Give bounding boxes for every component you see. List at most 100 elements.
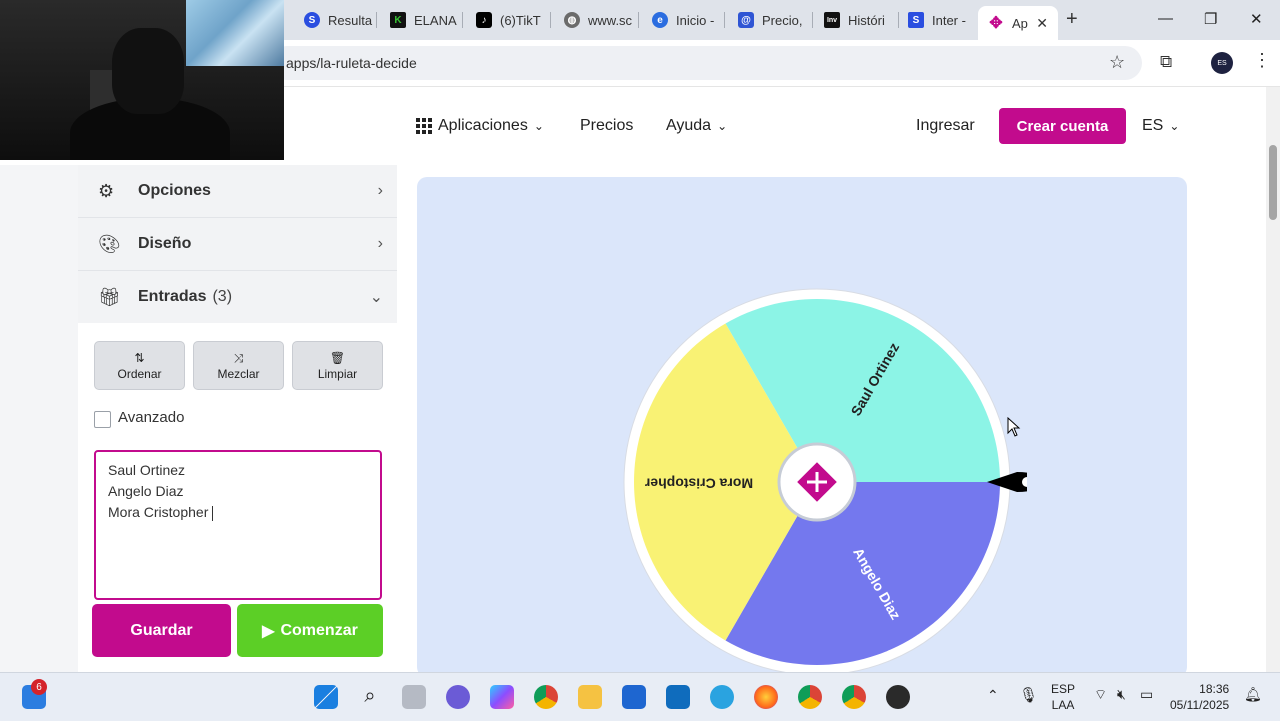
advanced-label: Avanzado (118, 409, 185, 426)
file-explorer-icon[interactable] (578, 685, 602, 709)
menu-dots-icon[interactable]: ⋮ (1253, 50, 1271, 71)
url-text: apps/la-ruleta-decide (286, 55, 417, 71)
entries-textarea[interactable]: Saul Ortinez Angelo Diaz Mora Cristopher (94, 450, 382, 600)
sort-arrows-icon: ⇅ (134, 350, 145, 365)
tray-chevron-icon[interactable]: ⌃ (987, 687, 999, 704)
web-page: Aplicaciones ⌄ Precios Ayuda ⌄ Ingresar … (0, 87, 1266, 672)
accordion-diseno[interactable]: 🎨︎ Diseño › (78, 218, 397, 271)
shuffle-icon: ⤨ (233, 350, 244, 365)
tab-www[interactable]: ◍ www.sc (554, 6, 636, 34)
chevron-down-icon: ⌄ (1169, 119, 1180, 133)
webcam-overlay (0, 0, 284, 160)
tab-resultados[interactable]: S Resulta (294, 6, 374, 34)
close-window-icon[interactable]: ✕ (1250, 10, 1263, 28)
chrome-icon[interactable] (534, 685, 558, 709)
wheel-label-mora: Mora Cristopher (644, 475, 753, 491)
entry-line: Angelo Diaz (108, 483, 184, 499)
language-selector[interactable]: ES ⌄ (1142, 117, 1179, 135)
task-view-icon[interactable] (402, 685, 426, 709)
k-logo-icon: K (390, 12, 406, 28)
outlook-icon[interactable] (666, 685, 690, 709)
chevron-right-icon: › (377, 182, 383, 199)
trash-icon: 🗑︎ (329, 350, 346, 365)
accordion-entradas[interactable]: 🎁︎ Entradas (3) ⌄ (78, 271, 397, 324)
windows-taskbar: 6 ⌕ ⌃ 🎙︎ ESP LAA ⌔ 🔇︎ ▭ 18:36 05/11/2025… (0, 672, 1280, 721)
chrome-active-icon[interactable] (798, 685, 822, 709)
accordion-opciones[interactable]: ⚙ Opciones › (78, 165, 397, 218)
chevron-down-icon: ⌄ (369, 289, 383, 306)
tab-app-active[interactable]: ✥ Ap ✕ (978, 6, 1058, 40)
chevron-right-icon: › (377, 235, 383, 252)
entries-panel: ⇅ Ordenar ⤨ Mezclar 🗑︎ Limpiar Avanzado … (78, 323, 397, 672)
gift-icon: 🎁︎ (98, 286, 121, 307)
extensions-icon[interactable]: ⧉ (1160, 52, 1172, 72)
at-icon: @ (738, 12, 754, 28)
gear-icon: ⚙ (98, 180, 115, 201)
play-icon: ▶ (262, 622, 275, 640)
chevron-down-icon: ⌄ (533, 119, 544, 133)
meet-icon[interactable] (446, 685, 470, 709)
tab-tiktok[interactable]: ♪ (6)TikT (466, 6, 548, 34)
wifi-icon[interactable]: ⌔ (1094, 686, 1107, 704)
language-indicator[interactable]: ESP LAA (1051, 681, 1075, 713)
wheel-panel: Saul Ortinez Angelo Diaz Mora Cristopher (417, 177, 1187, 672)
advanced-checkbox[interactable] (94, 411, 111, 428)
clear-button[interactable]: 🗑︎ Limpiar (292, 341, 383, 390)
entries-title: Entradas (138, 288, 207, 305)
close-tab-icon[interactable]: ✕ (1036, 15, 1048, 32)
microphone-icon[interactable]: 🎙︎ (1019, 686, 1038, 704)
chevron-down-icon: ⌄ (717, 119, 728, 133)
mouse-cursor-icon (1007, 417, 1021, 437)
text-cursor (212, 505, 214, 521)
app-icon[interactable] (886, 685, 910, 709)
restore-icon[interactable]: ❐ (1204, 10, 1217, 28)
clock[interactable]: 18:36 05/11/2025 (1170, 681, 1229, 713)
tab-inter[interactable]: S Inter - (898, 6, 978, 34)
inv-logo-icon: Inv (824, 12, 840, 28)
nav-ayuda[interactable]: Ayuda ⌄ (666, 117, 727, 135)
telegram-icon[interactable] (710, 685, 734, 709)
palette-icon: 🎨︎ (98, 233, 121, 254)
nav-aplicaciones[interactable]: Aplicaciones ⌄ (416, 117, 544, 135)
sidebar: ⚙ Opciones › 🎨︎ Diseño › 🎁︎ Entradas (3) … (78, 165, 397, 672)
doc-icon: S (908, 12, 924, 28)
sort-button[interactable]: ⇅ Ordenar (94, 341, 185, 390)
tiktok-icon: ♪ (476, 12, 492, 28)
globe-icon: ◍ (564, 12, 580, 28)
login-link[interactable]: Ingresar (916, 117, 975, 135)
notifications-bell-icon[interactable]: 🔔︎ (1244, 686, 1262, 703)
save-button[interactable]: Guardar (92, 604, 231, 657)
entry-line: Saul Ortinez (108, 462, 186, 478)
battery-icon[interactable]: ▭ (1140, 686, 1153, 703)
shuffle-button[interactable]: ⤨ Mezclar (193, 341, 284, 390)
entries-count: (3) (212, 288, 233, 305)
new-tab-icon[interactable]: + (1066, 8, 1078, 31)
start-button[interactable]: ▶ Comenzar (237, 604, 383, 657)
start-menu-icon[interactable] (314, 685, 338, 709)
nav-precios[interactable]: Precios (580, 117, 633, 135)
search-icon[interactable]: ⌕ (358, 685, 382, 709)
s-logo-icon: S (304, 12, 320, 28)
tab-elana[interactable]: K ELANA (380, 6, 460, 34)
chrome-profile-icon[interactable] (842, 685, 866, 709)
page-scrollbar[interactable] (1266, 87, 1280, 672)
notification-badge: 6 (31, 679, 47, 695)
volume-muted-icon[interactable]: 🔇︎ (1117, 686, 1126, 703)
profile-avatar[interactable]: ES (1211, 52, 1233, 74)
address-bar[interactable]: apps/la-ruleta-decide (270, 46, 1142, 80)
tab-inicio[interactable]: e Inicio - (642, 6, 722, 34)
signup-button[interactable]: Crear cuenta (999, 108, 1126, 144)
spin-wheel[interactable]: Saul Ortinez Angelo Diaz Mora Cristopher (607, 282, 1027, 672)
minimize-icon[interactable]: — (1158, 10, 1173, 27)
firefox-icon[interactable] (754, 685, 778, 709)
tab-historico[interactable]: Inv Históri (814, 6, 896, 34)
copilot-icon[interactable] (490, 685, 514, 709)
scrollbar-thumb[interactable] (1269, 145, 1277, 220)
entry-line: Mora Cristopher (108, 504, 213, 520)
tab-precio[interactable]: @ Precio, (728, 6, 810, 34)
page-background (0, 165, 78, 672)
app-logo-icon: ✥ (989, 15, 1003, 32)
store-icon[interactable] (622, 685, 646, 709)
edge-e-icon: e (652, 12, 668, 28)
bookmark-star-icon[interactable]: ☆ (1109, 52, 1125, 73)
